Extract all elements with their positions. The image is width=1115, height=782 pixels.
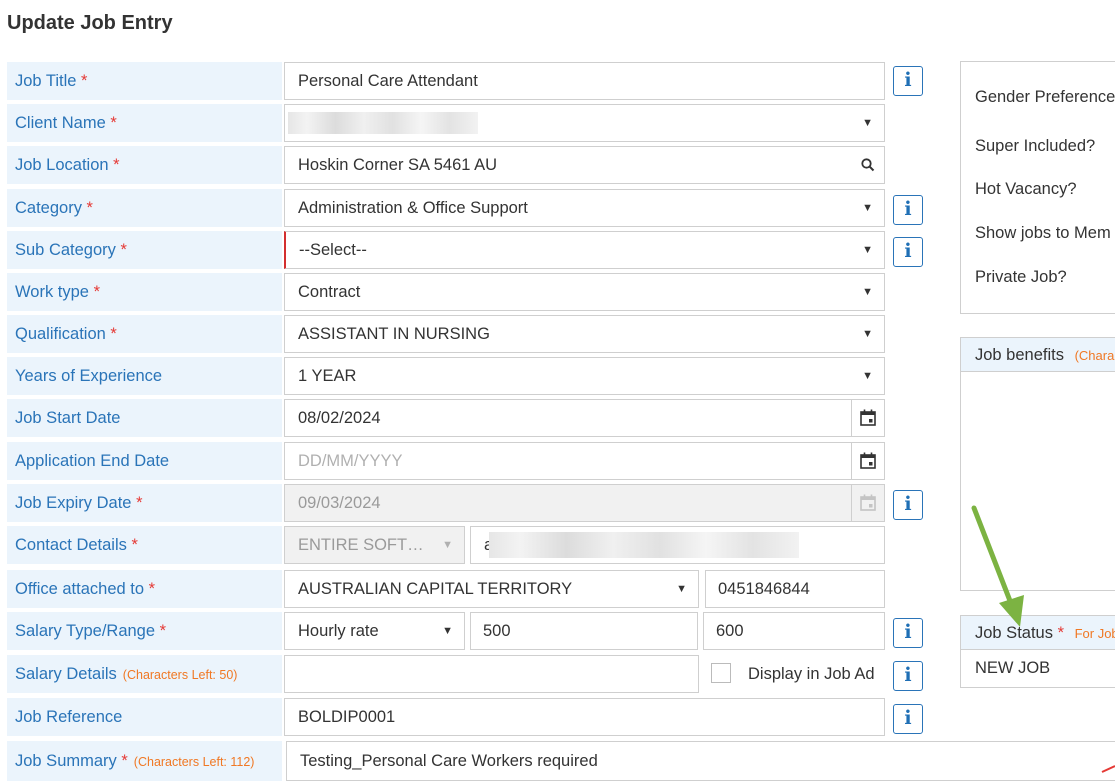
- client-name-label: Client Name *: [7, 104, 282, 142]
- job-title-row: Job Title * Personal Care Attendant i: [7, 62, 923, 100]
- years-experience-select[interactable]: 1 YEAR ▼: [284, 357, 885, 395]
- job-reference-info-icon[interactable]: i: [893, 704, 923, 734]
- salary-details-input[interactable]: [284, 655, 699, 693]
- category-info-icon[interactable]: i: [893, 195, 923, 225]
- job-status-value: NEW JOB: [975, 659, 1051, 677]
- chevron-down-icon: ▼: [676, 583, 687, 595]
- job-expiry-date-label: Job Expiry Date *: [7, 484, 282, 522]
- hot-vacancy-label: Hot Vacancy?: [975, 180, 1077, 198]
- salary-type-select[interactable]: Hourly rate ▼: [284, 612, 465, 650]
- salary-type-row: Salary Type/Range * Hourly rate ▼ 500 600…: [7, 612, 923, 650]
- job-title-input[interactable]: Personal Care Attendant: [284, 62, 885, 100]
- gender-preference-label: Gender Preference: [975, 88, 1115, 106]
- qualification-label: Qualification *: [7, 315, 282, 353]
- work-type-label: Work type *: [7, 273, 282, 311]
- job-reference-label: Job Reference: [7, 698, 282, 736]
- chevron-down-icon: ▼: [862, 202, 873, 214]
- green-arrow-annotation: [971, 505, 1024, 627]
- office-attached-row: Office attached to * AUSTRALIAN CAPITAL …: [7, 570, 885, 608]
- salary-info-icon[interactable]: i: [893, 618, 923, 648]
- page-title: Update Job Entry: [7, 12, 173, 34]
- chevron-down-icon: ▼: [862, 370, 873, 382]
- sub-category-row: Sub Category * --Select-- ▼ i: [7, 231, 923, 269]
- calendar-icon: [860, 494, 876, 511]
- job-expiry-date-input: 09/03/2024: [284, 484, 885, 522]
- chevron-down-icon: ▼: [442, 625, 453, 637]
- job-location-row: Job Location * Hoskin Corner SA 5461 AU: [7, 146, 885, 184]
- redacted-client-name: [288, 112, 478, 134]
- office-select[interactable]: AUSTRALIAN CAPITAL TERRITORY ▼: [284, 570, 699, 608]
- office-attached-label: Office attached to *: [7, 570, 282, 608]
- work-type-select[interactable]: Contract ▼: [284, 273, 885, 311]
- category-label: Category *: [7, 189, 282, 227]
- redacted-contact: [489, 532, 799, 558]
- job-title-info-icon[interactable]: i: [893, 66, 923, 96]
- qualification-select[interactable]: ASSISTANT IN NURSING ▼: [284, 315, 885, 353]
- display-in-job-ad-label: Display in Job Ad: [748, 665, 875, 683]
- show-jobs-to-members-label: Show jobs to Mem: [975, 224, 1111, 242]
- calendar-icon: [860, 452, 876, 469]
- client-name-row: Client Name * ▼: [7, 104, 885, 142]
- salary-type-label: Salary Type/Range *: [7, 612, 282, 650]
- job-summary-textarea[interactable]: Testing_Personal Care Workers required: [286, 741, 1115, 781]
- job-reference-input[interactable]: BOLDIP0001: [284, 698, 885, 736]
- application-end-date-input[interactable]: DD/MM/YYYY: [284, 442, 885, 480]
- job-expiry-info-icon[interactable]: i: [893, 490, 923, 520]
- job-options-panel: Gender Preference Super Included? Hot Va…: [960, 61, 1115, 314]
- salary-details-info-icon[interactable]: i: [893, 661, 923, 691]
- chevron-down-icon: ▼: [862, 328, 873, 340]
- contact-person-input[interactable]: a: [470, 526, 885, 564]
- search-icon[interactable]: [861, 158, 875, 172]
- sub-category-label: Sub Category *: [7, 231, 282, 269]
- job-start-date-input[interactable]: 08/02/2024: [284, 399, 885, 437]
- salary-details-row: Salary Details (Characters Left: 50) Disp…: [7, 655, 923, 693]
- chevron-down-icon: ▼: [442, 539, 453, 551]
- category-select[interactable]: Administration & Office Support ▼: [284, 189, 885, 227]
- chevron-down-icon: ▼: [862, 286, 873, 298]
- calendar-button[interactable]: [851, 443, 884, 479]
- super-included-label: Super Included?: [975, 137, 1096, 155]
- calendar-button[interactable]: [851, 400, 884, 436]
- chevron-down-icon: ▼: [862, 244, 873, 256]
- application-end-date-label: Application End Date: [7, 442, 282, 480]
- sub-category-info-icon[interactable]: i: [893, 237, 923, 267]
- client-name-select[interactable]: ▼: [284, 104, 885, 142]
- job-summary-label: Job Summary * (Characters Left: 112): [7, 741, 282, 781]
- salary-max-input[interactable]: 600: [703, 612, 885, 650]
- calendar-button: [851, 485, 884, 521]
- application-end-date-row: Application End Date DD/MM/YYYY: [7, 442, 885, 480]
- job-location-input[interactable]: Hoskin Corner SA 5461 AU: [284, 146, 885, 184]
- contact-details-label: Contact Details *: [7, 526, 282, 564]
- work-type-row: Work type * Contract ▼: [7, 273, 885, 311]
- sub-category-select[interactable]: --Select-- ▼: [284, 231, 885, 269]
- office-phone-input[interactable]: 0451846844: [705, 570, 885, 608]
- job-expiry-date-row: Job Expiry Date * 09/03/2024 i: [7, 484, 923, 522]
- contact-company-select: ENTIRE SOFT… ▼: [284, 526, 465, 564]
- salary-min-input[interactable]: 500: [470, 612, 698, 650]
- calendar-icon: [860, 409, 876, 426]
- job-start-date-label: Job Start Date: [7, 399, 282, 437]
- private-job-label: Private Job?: [975, 268, 1067, 286]
- display-in-job-ad-checkbox[interactable]: [711, 663, 731, 683]
- job-reference-row: Job Reference BOLDIP0001 i: [7, 698, 923, 736]
- qualification-row: Qualification * ASSISTANT IN NURSING ▼: [7, 315, 885, 353]
- job-benefits-header: Job benefits (Chara: [961, 338, 1115, 372]
- red-mark-annotation: [1101, 765, 1115, 773]
- job-summary-row: Job Summary * (Characters Left: 112) Test…: [7, 741, 1115, 781]
- job-location-label: Job Location *: [7, 146, 282, 184]
- years-experience-row: Years of Experience 1 YEAR ▼: [7, 357, 885, 395]
- chevron-down-icon: ▼: [862, 117, 873, 129]
- job-start-date-row: Job Start Date 08/02/2024: [7, 399, 885, 437]
- job-title-label: Job Title *: [7, 62, 282, 100]
- category-row: Category * Administration & Office Suppo…: [7, 189, 923, 227]
- salary-details-label: Salary Details (Characters Left: 50): [7, 655, 282, 693]
- contact-details-row: Contact Details * ENTIRE SOFT…▼ a: [7, 526, 885, 564]
- years-experience-label: Years of Experience: [7, 357, 282, 395]
